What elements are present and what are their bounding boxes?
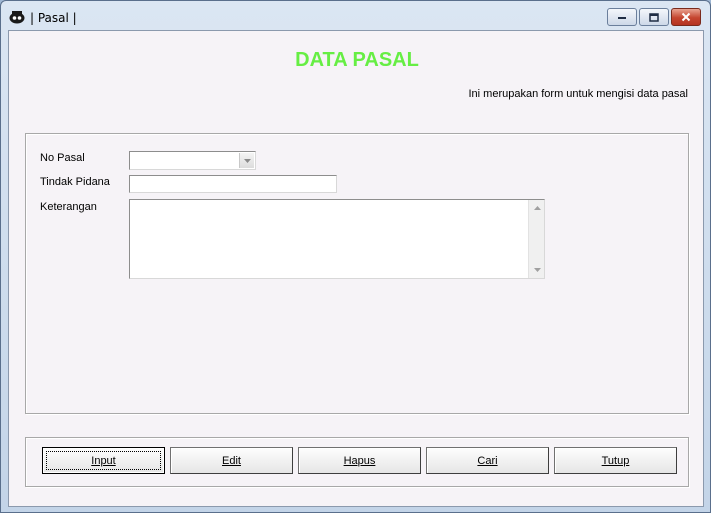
buttons-group: Input Edit Hapus Cari Tutup [25,437,689,487]
no-pasal-label: No Pasal [40,152,85,164]
scroll-down-icon [533,268,541,272]
fields-group: No Pasal Tindak Pidana Keterangan [25,133,689,414]
scroll-up-icon [533,206,541,210]
hapus-button[interactable]: Hapus [298,447,421,474]
scroll-down-button[interactable] [529,262,545,278]
minimize-icon [618,17,626,19]
window-title: | Pasal | [30,11,77,25]
maximize-button[interactable] [639,8,669,26]
keterangan-textarea-container [129,199,545,279]
tindak-pidana-input[interactable] [129,175,337,193]
minimize-button[interactable] [607,8,637,26]
form-title: DATA PASAL [295,49,419,71]
dropdown-button[interactable] [239,153,254,168]
no-pasal-combobox[interactable] [129,151,256,170]
form-subtitle: Ini merupakan form untuk mengisi data pa… [468,88,688,100]
input-button[interactable]: Input [42,447,165,474]
close-icon [681,12,691,22]
vertical-scrollbar[interactable] [528,200,544,278]
cari-button[interactable]: Cari [426,447,549,474]
title-bar[interactable]: | Pasal | [1,1,710,31]
caption-buttons [607,8,701,26]
close-button[interactable] [671,8,701,26]
tindak-pidana-label: Tindak Pidana [40,176,110,188]
chevron-down-icon [243,158,251,163]
scroll-up-button[interactable] [529,200,545,216]
app-logo-icon[interactable] [9,10,25,24]
maximize-icon [649,12,659,22]
form-client-area: DATA PASAL Ini merupakan form untuk meng… [8,30,704,507]
keterangan-label: Keterangan [40,201,97,213]
tutup-button[interactable]: Tutup [554,447,677,474]
edit-button[interactable]: Edit [170,447,293,474]
keterangan-textarea[interactable] [130,200,528,278]
application-window: | Pasal | DATA PASAL Ini merupakan form … [0,0,711,513]
